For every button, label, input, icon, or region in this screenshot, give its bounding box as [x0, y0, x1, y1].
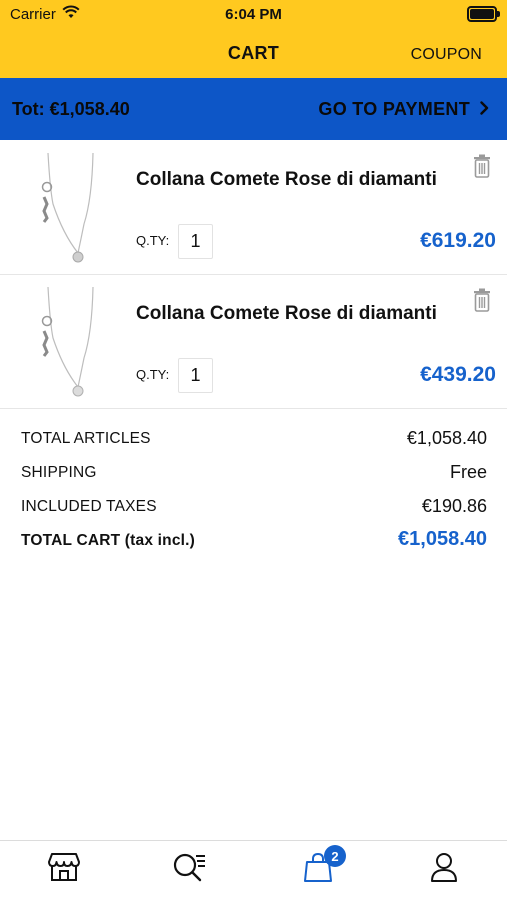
coupon-button[interactable]: COUPON: [411, 46, 482, 64]
shipping-label: SHIPPING: [21, 464, 97, 481]
item-price: €619.20: [420, 229, 496, 252]
chevron-right-icon: [480, 99, 489, 120]
cart-item[interactable]: Collana Comete Rose di diamanti Q.TY: 1 …: [0, 275, 507, 409]
shipping-value: Free: [449, 462, 487, 482]
go-to-payment-label: GO TO PAYMENT: [318, 99, 470, 119]
status-time: 6:04 PM: [225, 6, 282, 23]
tab-bar: 2: [0, 840, 507, 901]
total-cart-value: €1,058.40: [398, 528, 487, 550]
trash-icon[interactable]: [472, 154, 492, 178]
summary-row-shipping: SHIPPING Free: [0, 454, 507, 488]
qty-label: Q.TY:: [136, 367, 170, 382]
payment-bar: Tot: €1,058.40 GO TO PAYMENT: [0, 78, 507, 140]
go-to-payment-button[interactable]: GO TO PAYMENT: [318, 99, 489, 120]
total-articles-value: €1,058.40: [406, 428, 487, 448]
trash-icon[interactable]: [472, 288, 492, 312]
store-icon: [44, 851, 84, 883]
quantity-field[interactable]: 1: [178, 224, 213, 259]
nav-bar: CART COUPON: [0, 30, 507, 78]
total-cart-label: TOTAL CART (tax incl.): [21, 532, 196, 549]
total-articles-label: TOTAL ARTICLES: [21, 430, 151, 447]
included-taxes-label: INCLUDED TAXES: [21, 498, 157, 515]
tab-search[interactable]: [170, 851, 210, 891]
summary-row-total-cart: TOTAL CART (tax incl.) €1,058.40: [0, 522, 507, 556]
product-image[interactable]: [18, 283, 118, 398]
quantity-field[interactable]: 1: [178, 358, 213, 393]
product-image[interactable]: [18, 149, 118, 264]
tab-store[interactable]: [44, 851, 84, 891]
user-icon: [424, 851, 464, 883]
summary-row-total-articles: TOTAL ARTICLES €1,058.40: [0, 420, 507, 454]
cart-total-label: Tot: €1,058.40: [12, 99, 130, 119]
item-price: €439.20: [420, 363, 496, 386]
tab-account[interactable]: [424, 851, 464, 891]
included-taxes-value: €190.86: [421, 496, 487, 516]
summary-row-taxes: INCLUDED TAXES €190.86: [0, 488, 507, 522]
cart-count-badge: 2: [324, 845, 346, 867]
search-list-icon: [170, 851, 210, 883]
tab-cart[interactable]: 2: [298, 845, 346, 891]
order-summary: TOTAL ARTICLES €1,058.40 SHIPPING Free I…: [0, 420, 507, 556]
cart-item[interactable]: Collana Comete Rose di diamanti Q.TY: 1 …: [0, 141, 507, 275]
product-name[interactable]: Collana Comete Rose di diamanti: [136, 169, 437, 191]
battery-icon: [467, 6, 500, 22]
product-name[interactable]: Collana Comete Rose di diamanti: [136, 303, 437, 325]
qty-label: Q.TY:: [136, 233, 170, 248]
status-bar: Carrier 6:04 PM: [0, 0, 507, 30]
